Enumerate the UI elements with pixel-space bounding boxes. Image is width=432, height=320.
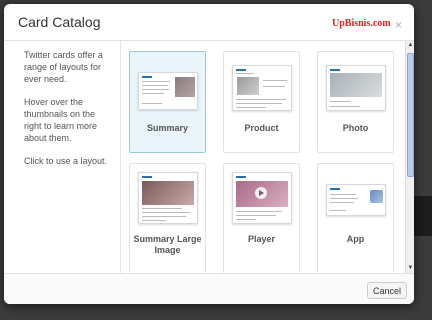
app-icon — [370, 190, 383, 203]
sidebar-paragraph: Click to use a layout. — [24, 156, 108, 166]
background-banner — [414, 196, 432, 236]
scroll-up-icon[interactable]: ▲ — [406, 41, 414, 50]
scrollbar-thumb[interactable] — [407, 53, 414, 177]
card-label: Summary — [146, 123, 189, 133]
sidebar-description: Twitter cards offer a range of layouts f… — [4, 41, 120, 271]
card-label: Photo — [342, 123, 369, 133]
dialog-header: Card Catalog UpBisnis.com × — [4, 4, 414, 41]
card-app[interactable]: App — [317, 163, 394, 273]
card-label: App — [346, 234, 365, 244]
dialog-footer: Cancel — [4, 273, 414, 304]
card-catalog-dialog: Card Catalog UpBisnis.com × Twitter card… — [4, 4, 414, 304]
card-product[interactable]: Product — [223, 51, 300, 153]
sidebar-paragraph: Twitter cards offer a range of layouts f… — [24, 50, 103, 84]
watermark-text: UpBisnis.com — [332, 18, 391, 29]
play-icon — [255, 187, 267, 199]
card-label: Summary Large Image — [133, 234, 202, 255]
scroll-down-icon[interactable]: ▼ — [406, 264, 414, 273]
cancel-button[interactable]: Cancel — [367, 282, 407, 299]
app-thumbnail — [326, 184, 386, 216]
vertical-scrollbar[interactable]: ▲ ▼ — [405, 41, 414, 273]
close-icon[interactable]: × — [395, 18, 402, 32]
product-thumbnail — [232, 65, 292, 111]
summary-large-image-thumbnail — [138, 172, 198, 224]
card-summary-large-image[interactable]: Summary Large Image — [129, 163, 206, 273]
card-grid: Summary Product Photo Summary Large Imag… — [120, 41, 406, 273]
card-summary[interactable]: Summary — [129, 51, 206, 153]
summary-thumbnail — [138, 72, 198, 110]
dialog-title: Card Catalog — [18, 14, 101, 30]
card-player[interactable]: Player — [223, 163, 300, 273]
card-photo[interactable]: Photo — [317, 51, 394, 153]
sidebar-paragraph: Hover over the thumbnails on the right t… — [24, 97, 98, 143]
player-thumbnail — [232, 172, 292, 224]
card-label: Product — [244, 123, 279, 133]
photo-thumbnail — [326, 65, 386, 111]
card-label: Player — [247, 234, 276, 244]
